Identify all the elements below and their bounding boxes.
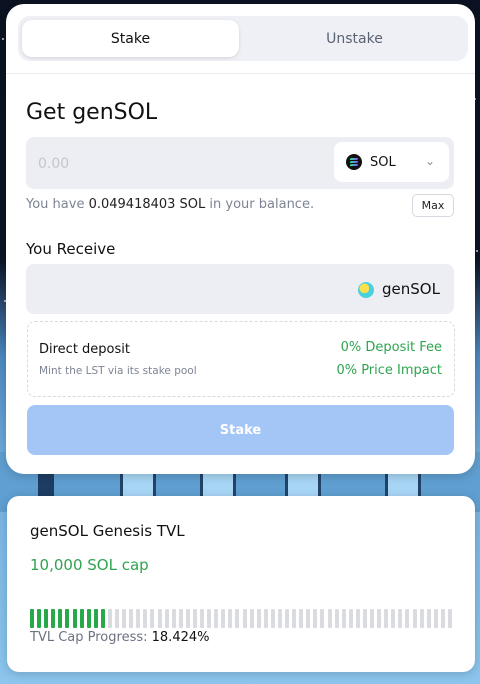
progress-segment-empty xyxy=(348,609,353,628)
solana-icon xyxy=(346,154,362,170)
amount-field: SOL ⌄ xyxy=(26,137,454,189)
progress-segment-empty xyxy=(164,609,169,628)
balance-text: You have 0.049418403 SOL in your balance… xyxy=(26,197,314,212)
progress-segment-empty xyxy=(136,609,141,628)
stake-button[interactable]: Stake xyxy=(27,405,454,455)
balance-prefix: You have xyxy=(26,197,85,212)
progress-segment-filled xyxy=(51,609,56,628)
balance-suffix: in your balance. xyxy=(209,197,315,212)
stake-card: Stake Unstake Get genSOL SOL ⌄ You have … xyxy=(6,4,475,474)
progress-segment-filled xyxy=(72,609,77,628)
tvl-progress-label: TVL Cap Progress: xyxy=(30,630,148,645)
progress-segment-empty xyxy=(171,609,176,628)
progress-segment-empty xyxy=(178,609,183,628)
progress-segment-empty xyxy=(370,609,375,628)
chevron-down-icon: ⌄ xyxy=(424,154,435,168)
tvl-progress-bar xyxy=(30,609,452,628)
progress-segment-empty xyxy=(384,609,389,628)
tvl-card: genSOL Genesis TVL 10,000 SOL cap TVL Ca… xyxy=(7,496,475,672)
progress-segment-empty xyxy=(426,609,431,628)
progress-segment-empty xyxy=(306,609,311,628)
progress-segment-empty xyxy=(362,609,367,628)
progress-segment-empty xyxy=(391,609,396,628)
receive-field: genSOL xyxy=(26,264,454,314)
progress-segment-empty xyxy=(150,609,155,628)
price-impact: 0% Price Impact xyxy=(336,363,442,378)
progress-segment-empty xyxy=(313,609,318,628)
deposit-subtitle: Mint the LST via its stake pool xyxy=(39,365,197,377)
progress-segment-empty xyxy=(377,609,382,628)
progress-segment-empty xyxy=(447,609,452,628)
progress-segment-filled xyxy=(58,609,63,628)
balance-amount: 0.049418403 SOL xyxy=(88,197,206,212)
tab-unstake-label: Unstake xyxy=(326,30,383,47)
progress-segment-empty xyxy=(334,609,339,628)
amount-input[interactable] xyxy=(36,150,290,178)
max-button[interactable]: Max xyxy=(412,194,454,217)
progress-segment-empty xyxy=(341,609,346,628)
tvl-progress-text: TVL Cap Progress: 18.424% xyxy=(30,630,209,645)
progress-segment-filled xyxy=(100,609,105,628)
progress-segment-empty xyxy=(270,609,275,628)
progress-segment-empty xyxy=(185,609,190,628)
progress-segment-empty xyxy=(214,609,219,628)
receive-token-label: genSOL xyxy=(382,280,440,298)
progress-segment-empty xyxy=(440,609,445,628)
progress-segment-filled xyxy=(79,609,84,628)
progress-segment-empty xyxy=(405,609,410,628)
progress-segment-empty xyxy=(256,609,261,628)
tab-stake-label: Stake xyxy=(110,30,151,47)
progress-segment-empty xyxy=(107,609,112,628)
progress-segment-filled xyxy=(30,609,35,628)
tvl-cap: 10,000 SOL cap xyxy=(30,556,149,574)
progress-segment-empty xyxy=(221,609,226,628)
progress-segment-empty xyxy=(157,609,162,628)
progress-segment-empty xyxy=(299,609,304,628)
progress-segment-filled xyxy=(93,609,98,628)
tvl-progress-value: 18.424% xyxy=(151,630,210,645)
receive-heading: You Receive xyxy=(26,240,116,258)
tab-stake[interactable]: Stake xyxy=(22,20,239,57)
progress-segment-empty xyxy=(207,609,212,628)
token-select-label: SOL xyxy=(370,154,396,170)
progress-segment-empty xyxy=(419,609,424,628)
progress-segment-empty xyxy=(292,609,297,628)
progress-segment-filled xyxy=(86,609,91,628)
progress-segment-filled xyxy=(37,609,42,628)
progress-segment-empty xyxy=(412,609,417,628)
progress-segment-empty xyxy=(122,609,127,628)
progress-segment-filled xyxy=(65,609,70,628)
progress-segment-empty xyxy=(263,609,268,628)
progress-segment-empty xyxy=(277,609,282,628)
direct-deposit-info: Direct deposit Mint the LST via its stak… xyxy=(27,321,455,397)
progress-segment-empty xyxy=(433,609,438,628)
deposit-title: Direct deposit xyxy=(39,342,130,357)
deposit-fee: 0% Deposit Fee xyxy=(340,340,442,355)
gensol-icon xyxy=(358,282,374,298)
tabs-divider xyxy=(6,73,475,74)
progress-segment-empty xyxy=(115,609,120,628)
progress-segment-empty xyxy=(200,609,205,628)
progress-segment-empty xyxy=(242,609,247,628)
progress-segment-filled xyxy=(44,609,49,628)
progress-segment-empty xyxy=(398,609,403,628)
progress-segment-empty xyxy=(192,609,197,628)
progress-segment-empty xyxy=(249,609,254,628)
progress-segment-empty xyxy=(285,609,290,628)
progress-segment-empty xyxy=(143,609,148,628)
page-title: Get genSOL xyxy=(26,100,158,125)
progress-segment-empty xyxy=(355,609,360,628)
progress-segment-empty xyxy=(235,609,240,628)
tab-unstake[interactable]: Unstake xyxy=(245,20,464,57)
tvl-title: genSOL Genesis TVL xyxy=(30,522,185,540)
progress-segment-empty xyxy=(228,609,233,628)
progress-segment-empty xyxy=(129,609,134,628)
progress-segment-empty xyxy=(327,609,332,628)
progress-segment-empty xyxy=(320,609,325,628)
stake-tabs: Stake Unstake xyxy=(18,16,468,61)
token-select[interactable]: SOL ⌄ xyxy=(334,142,449,182)
